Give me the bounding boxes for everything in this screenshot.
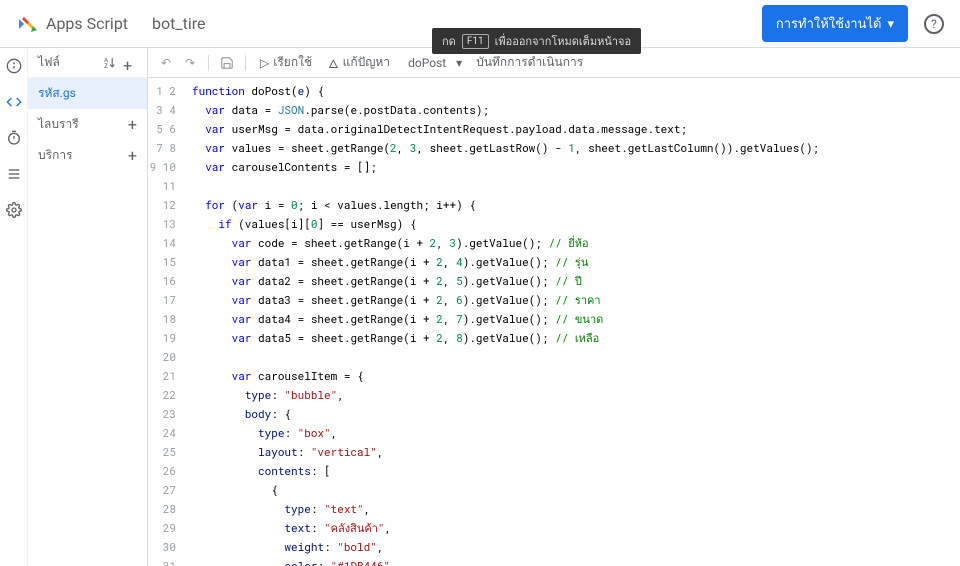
function-select[interactable]: doPost ▾ xyxy=(402,54,468,72)
undo-icon[interactable]: ↶ xyxy=(158,55,174,71)
files-label: ไฟล์ xyxy=(38,53,60,72)
redo-icon[interactable]: ↷ xyxy=(182,55,198,71)
triggers-icon[interactable] xyxy=(4,128,24,148)
overlay-press: กด xyxy=(442,32,456,50)
sidebar: ไฟล์ AZ + รหัส.gs ไลบรารี + บริการ + xyxy=(28,48,148,566)
editor-icon[interactable] xyxy=(4,92,24,112)
files-header: ไฟล์ AZ + xyxy=(28,48,147,78)
line-gutter: 1 2 3 4 5 6 7 8 9 10 11 12 13 14 15 16 1… xyxy=(148,78,184,566)
main: ↶ ↷ ▷ เรียกใช้ 🜂 แก้ปัญหา doPost ▾ บันทึ… xyxy=(148,48,960,566)
services-label: บริการ xyxy=(38,146,73,165)
fullscreen-overlay: กด F11 เพื่อออกจากโหมดเต็มหน้าจอ xyxy=(432,28,641,54)
app-logo[interactable]: Apps Script xyxy=(16,12,128,36)
libraries-section[interactable]: ไลบรารี + xyxy=(28,109,147,140)
play-icon: ▷ xyxy=(260,56,269,70)
svg-text:Z: Z xyxy=(104,62,108,68)
function-name: doPost xyxy=(408,56,446,70)
info-icon[interactable] xyxy=(4,56,24,76)
help-icon[interactable]: ? xyxy=(924,14,944,34)
save-icon[interactable] xyxy=(219,55,235,71)
services-section[interactable]: บริการ + xyxy=(28,140,147,171)
deploy-button[interactable]: การทำให้ใช้งานได้ ▾ xyxy=(762,5,908,42)
settings-icon[interactable] xyxy=(4,200,24,220)
execution-log-link[interactable]: บันทึกการดำเนินการ xyxy=(476,53,583,72)
add-service-icon[interactable]: + xyxy=(128,146,137,165)
executions-icon[interactable] xyxy=(4,164,24,184)
sort-icon[interactable]: AZ xyxy=(103,56,117,70)
file-item[interactable]: รหัส.gs xyxy=(28,78,147,109)
code-editor[interactable]: 1 2 3 4 5 6 7 8 9 10 11 12 13 14 15 16 1… xyxy=(148,78,960,566)
run-label: เรียกใช้ xyxy=(273,53,312,72)
overlay-text: เพื่อออกจากโหมดเต็มหน้าจอ xyxy=(495,32,631,50)
project-name[interactable]: bot_tire xyxy=(152,14,205,33)
overlay-key: F11 xyxy=(462,34,489,49)
add-library-icon[interactable]: + xyxy=(128,115,137,134)
run-button[interactable]: ▷ เรียกใช้ xyxy=(256,51,316,74)
apps-script-logo-icon xyxy=(16,12,40,36)
left-rail xyxy=(0,48,28,566)
chevron-down-icon: ▾ xyxy=(456,56,462,70)
app-name: Apps Script xyxy=(46,14,128,33)
debug-label: แก้ปัญหา xyxy=(343,53,391,72)
debug-button[interactable]: 🜂 แก้ปัญหา xyxy=(324,48,394,77)
deploy-label: การทำให้ใช้งานได้ xyxy=(776,13,882,34)
code-content[interactable]: function doPost(e) { var data = JSON.par… xyxy=(184,78,960,566)
libraries-label: ไลบรารี xyxy=(38,115,79,134)
add-file-icon[interactable]: + xyxy=(123,56,137,70)
bug-icon: 🜂 xyxy=(328,50,339,75)
chevron-down-icon: ▾ xyxy=(887,16,894,32)
